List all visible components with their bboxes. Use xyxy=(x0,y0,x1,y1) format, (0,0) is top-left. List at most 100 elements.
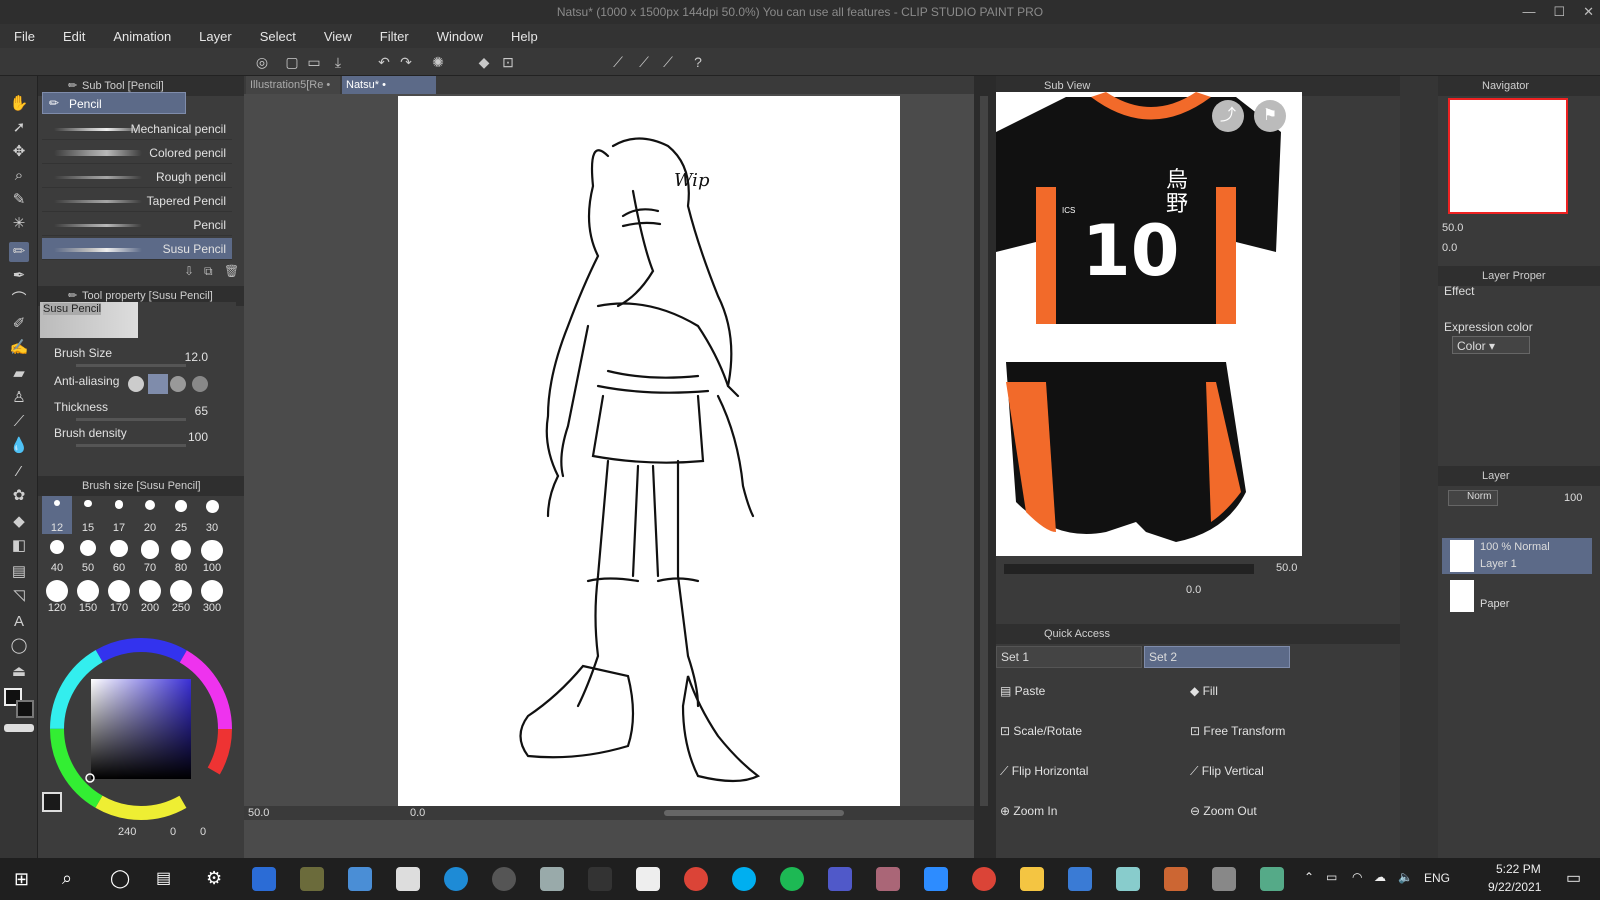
redo-icon[interactable]: ↷ xyxy=(398,54,414,70)
app-icon-8[interactable] xyxy=(588,867,612,891)
delete-subtool-icon[interactable]: 🗑 xyxy=(224,264,239,278)
camera-icon[interactable] xyxy=(540,867,564,891)
save-icon[interactable]: ⤓ xyxy=(330,54,346,70)
airbrush-icon[interactable]: ✐ xyxy=(9,314,29,334)
action-flip-vertical[interactable]: ⟋ Flip Vertical xyxy=(1190,764,1264,779)
skype-icon[interactable] xyxy=(732,867,756,891)
brush-item[interactable]: Colored pencil xyxy=(42,142,232,164)
thickness-row[interactable]: Thickness 65 xyxy=(50,398,234,421)
blend-icon[interactable]: ♙ xyxy=(9,388,29,408)
brush-size-preset[interactable]: 70 xyxy=(135,536,165,574)
edge-browser-icon[interactable] xyxy=(444,867,468,891)
eyedropper-icon[interactable]: ⁄ xyxy=(9,462,29,482)
pen-ruler-icon[interactable]: ⟋ xyxy=(636,54,652,70)
cloud-icon[interactable]: ☁ xyxy=(1374,870,1386,884)
tab-set-2[interactable]: Set 2 xyxy=(1144,646,1290,668)
task-view-icon[interactable]: ▤ xyxy=(156,868,171,888)
brush-item[interactable]: Rough pencil xyxy=(42,166,232,188)
ruler-tool-icon[interactable]: ⟋ xyxy=(9,412,29,432)
thickness-slider[interactable] xyxy=(76,418,186,421)
help-icon[interactable]: ? xyxy=(690,54,706,70)
clip-studio-icon[interactable]: ◎ xyxy=(254,54,270,70)
layer-row-layer1[interactable]: 100 % Normal Layer 1 xyxy=(1442,538,1592,574)
app-icon-20[interactable] xyxy=(1164,867,1188,891)
brush-item[interactable]: Mechanical pencil xyxy=(42,118,232,140)
app-icon-2[interactable] xyxy=(300,867,324,891)
canvas-zoom-value[interactable]: 50.0 xyxy=(248,807,269,819)
color-wheel[interactable] xyxy=(46,634,236,824)
undo-icon[interactable]: ↶ xyxy=(376,54,392,70)
hand-icon[interactable]: ✋ xyxy=(9,94,29,114)
expression-color-select[interactable]: Color ▾ xyxy=(1452,336,1530,354)
menu-select[interactable]: Select xyxy=(246,29,310,44)
tab-natsu[interactable]: Natsu* • xyxy=(342,76,436,94)
aa-high-option[interactable] xyxy=(192,376,208,392)
menu-help[interactable]: Help xyxy=(497,29,552,44)
pen-icon[interactable]: ✒ xyxy=(9,266,29,286)
frame-icon[interactable]: ▤ xyxy=(9,562,29,582)
brush-size-preset[interactable]: 17 xyxy=(104,496,134,534)
tab-set-1[interactable]: Set 1 xyxy=(996,646,1142,668)
menu-filter[interactable]: Filter xyxy=(366,29,423,44)
app-icon-6[interactable] xyxy=(492,867,516,891)
action-paste[interactable]: ▤ Paste xyxy=(1000,684,1045,698)
canvas-vscrollbar[interactable] xyxy=(980,96,988,806)
action-scale-rotate[interactable]: ⊡ Scale/Rotate xyxy=(1000,724,1082,738)
tray-chevron-icon[interactable]: ⌃ xyxy=(1304,870,1314,884)
drawing-canvas[interactable]: Wip xyxy=(398,96,900,806)
new-file-icon[interactable]: ▢ xyxy=(284,54,300,70)
decoration-icon[interactable]: ✍ xyxy=(9,338,29,358)
photos-icon[interactable] xyxy=(1068,867,1092,891)
brush-size-preset[interactable]: 50 xyxy=(73,536,103,574)
clock-date[interactable]: 9/22/2021 xyxy=(1488,880,1541,894)
action-free-transform[interactable]: ⊡ Free Transform xyxy=(1190,724,1285,738)
brush-item-selected[interactable]: Susu Pencil xyxy=(42,238,232,260)
navigator-zoom-value[interactable]: 50.0 xyxy=(1442,222,1463,234)
spotify-icon[interactable] xyxy=(780,867,804,891)
brush-density-value[interactable]: 100 xyxy=(188,430,208,444)
menu-file[interactable]: File xyxy=(0,29,49,44)
wifi-icon[interactable]: ◠ xyxy=(1352,870,1362,884)
brush-size-preset[interactable]: 20 xyxy=(135,496,165,534)
subview-zoom-slider[interactable] xyxy=(1004,564,1254,574)
subtool-group-tab[interactable]: ✏ Pencil xyxy=(42,92,186,114)
aa-medium-option[interactable] xyxy=(170,376,186,392)
brush-size-preset[interactable]: 200 xyxy=(135,576,165,614)
brush-density-row[interactable]: Brush density 100 xyxy=(50,424,234,447)
menu-animation[interactable]: Animation xyxy=(99,29,185,44)
operation-icon[interactable]: ➚ xyxy=(9,118,29,138)
sub-color-swatch[interactable] xyxy=(16,700,34,718)
blend-mode-select[interactable]: Norm xyxy=(1448,490,1498,506)
app-icon-3[interactable] xyxy=(348,867,372,891)
clip-studio-taskbar-icon[interactable] xyxy=(636,867,660,891)
canvas-rotation-value[interactable]: 0.0 xyxy=(410,807,425,819)
brush-icon[interactable]: ⌒ xyxy=(9,290,29,310)
action-flip-horizontal[interactable]: ⟋ Flip Horizontal xyxy=(1000,764,1088,779)
app-icon-19[interactable] xyxy=(1116,867,1140,891)
add-subtool-icon[interactable]: ⇩ xyxy=(184,264,194,278)
subview-rotation-value[interactable]: 0.0 xyxy=(1186,584,1201,596)
brush-size-value[interactable]: 12.0 xyxy=(185,350,208,364)
brush-item[interactable]: Tapered Pencil xyxy=(42,190,232,212)
balloon-icon[interactable]: ◯ xyxy=(9,636,29,656)
brush-size-preset[interactable]: 25 xyxy=(166,496,196,534)
clear-icon[interactable]: ✺ xyxy=(430,54,446,70)
zoom-app-icon[interactable] xyxy=(924,867,948,891)
ruler-icon[interactable]: ⟋ xyxy=(610,54,626,70)
brush-size-preset[interactable]: 150 xyxy=(73,576,103,614)
brush-size-row[interactable]: Brush Size 12.0 xyxy=(50,344,234,367)
settings-gear-icon[interactable]: ⚙ xyxy=(206,868,222,889)
snap-icon[interactable]: ⟋ xyxy=(660,54,676,70)
layer-row-paper[interactable]: Paper xyxy=(1442,578,1592,614)
tab-illustration5[interactable]: Illustration5[Re • xyxy=(246,76,340,94)
brush-size-preset[interactable]: 170 xyxy=(104,576,134,614)
action-fill[interactable]: ◆ Fill xyxy=(1190,684,1218,698)
navigator-rotation-value[interactable]: 0.0 xyxy=(1442,242,1457,254)
menu-view[interactable]: View xyxy=(310,29,366,44)
aa-low-option[interactable] xyxy=(148,374,168,394)
brush-size-preset[interactable]: 80 xyxy=(166,536,196,574)
brush-size-slider[interactable] xyxy=(76,364,186,367)
brush-density-slider[interactable] xyxy=(76,444,186,447)
menu-window[interactable]: Window xyxy=(423,29,497,44)
search-icon[interactable]: ⌕ xyxy=(62,868,72,889)
